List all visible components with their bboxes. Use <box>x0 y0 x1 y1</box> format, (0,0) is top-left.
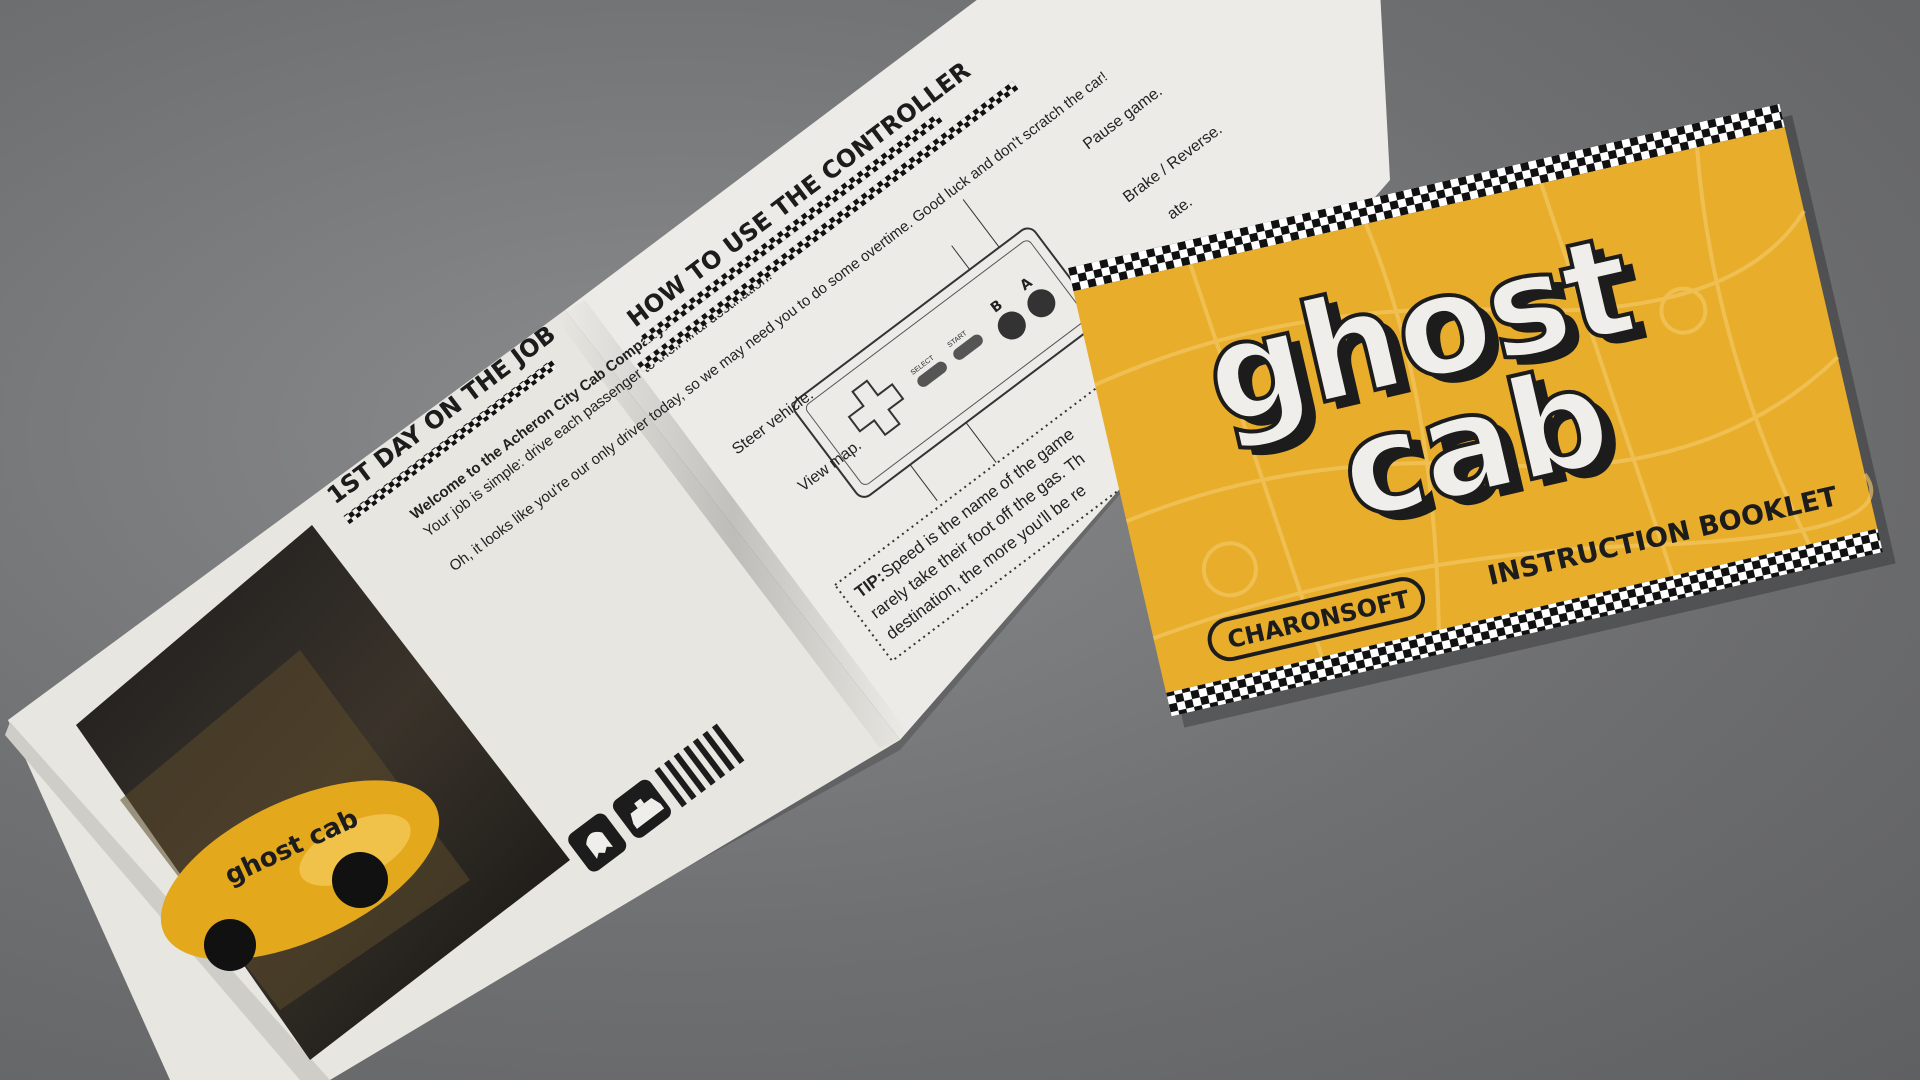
scene: ghost cab 1ST DAY ON THE JOB Welcome to … <box>5 0 1896 1080</box>
